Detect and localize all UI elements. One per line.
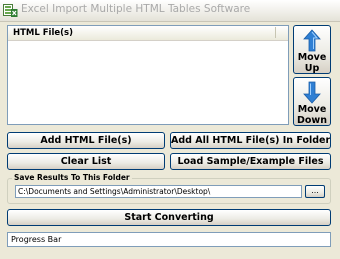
html-file-list[interactable]: HTML File(s)	[7, 25, 289, 125]
add-all-in-folder-button[interactable]: Add All HTML File(s) In Folder	[170, 132, 331, 149]
clear-list-button[interactable]: Clear List	[7, 153, 165, 170]
progress-bar: Progress Bar	[7, 232, 331, 247]
browse-folder-button[interactable]: ...	[305, 185, 325, 198]
column-header-html-files[interactable]: HTML File(s)	[8, 26, 288, 41]
window-title: Excel Import Multiple HTML Tables Softwa…	[21, 3, 251, 15]
column-divider	[275, 27, 276, 38]
move-down-label: Move Down	[297, 104, 327, 126]
move-up-label: Move Up	[297, 52, 327, 74]
save-folder-path-input[interactable]: C:\Documents and Settings\Administrator\…	[15, 185, 302, 198]
arrow-down-icon	[303, 81, 321, 104]
move-down-button[interactable]: Move Down	[293, 77, 331, 126]
title-bar[interactable]: Excel Import Multiple HTML Tables Softwa…	[0, 0, 340, 22]
add-html-files-button[interactable]: Add HTML File(s)	[7, 132, 165, 149]
save-folder-legend: Save Results To This Folder	[12, 173, 132, 183]
load-sample-files-button[interactable]: Load Sample/Example Files	[170, 153, 331, 170]
start-converting-button[interactable]: Start Converting	[7, 209, 331, 226]
move-up-button[interactable]: Move Up	[293, 25, 331, 74]
excel-app-icon	[3, 3, 18, 18]
arrow-up-icon	[303, 29, 321, 52]
column-header-label: HTML File(s)	[13, 28, 73, 38]
